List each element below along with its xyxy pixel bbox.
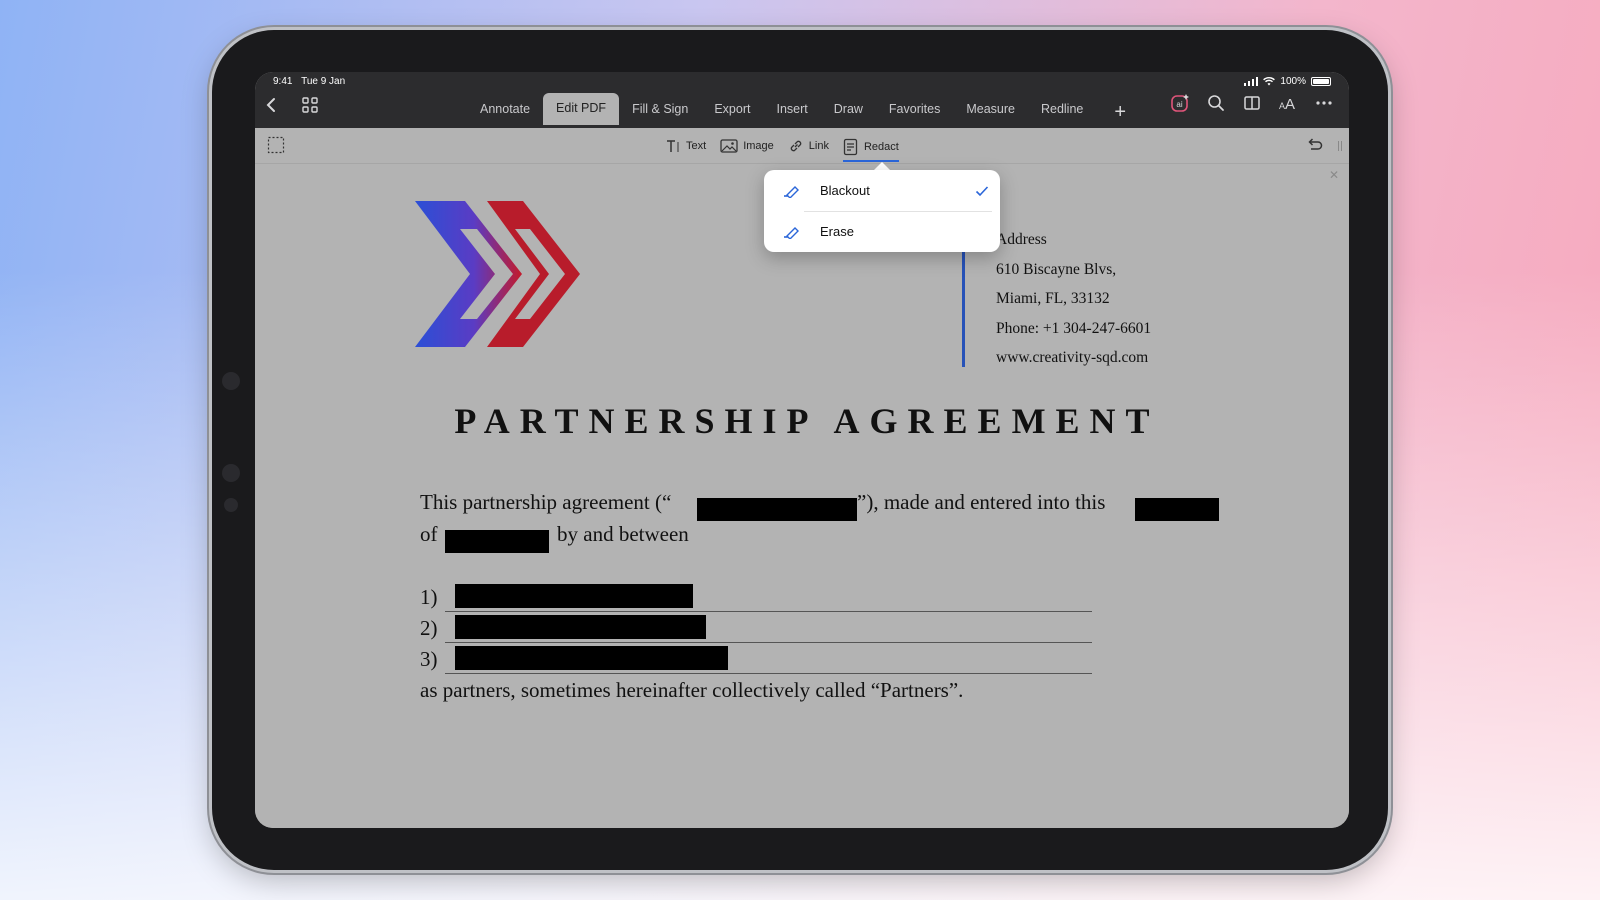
list-label-2: 2)	[420, 616, 438, 640]
battery-icon	[1311, 77, 1331, 86]
back-icon[interactable]	[263, 96, 281, 119]
image-tool[interactable]: Image	[720, 136, 774, 156]
tab-draw[interactable]: Draw	[821, 94, 876, 125]
checkmark-icon	[964, 185, 1000, 197]
redaction-box[interactable]	[697, 498, 857, 521]
redaction-box[interactable]	[455, 615, 706, 639]
redaction-box[interactable]	[445, 530, 549, 553]
marker-icon	[764, 184, 820, 198]
plus-icon[interactable]: +	[1108, 99, 1132, 125]
toolbar-actions: ai AA	[1169, 92, 1335, 114]
svg-text:A: A	[1285, 96, 1295, 112]
list-label-1: 1)	[420, 585, 438, 609]
drag-handle-icon[interactable]	[1337, 139, 1343, 158]
tab-fill-sign[interactable]: Fill & Sign	[619, 94, 701, 125]
search-icon[interactable]	[1205, 92, 1227, 114]
redact-menu: Blackout Erase	[764, 170, 1000, 252]
address-block: Address 610 Biscayne Blvs, Miami, FL, 33…	[996, 225, 1151, 373]
text-tool[interactable]: Text	[665, 136, 706, 156]
text-size-icon[interactable]: AA	[1277, 92, 1299, 114]
device-sensor-small	[224, 498, 238, 512]
tab-bar: Annotate Edit PDF Fill & Sign Export Ins…	[467, 93, 1132, 125]
underline-3	[445, 673, 1092, 674]
list-label-3: 3)	[420, 647, 438, 671]
text-tool-label: Text	[686, 140, 707, 152]
closing-line: as partners, sometimes hereinafter colle…	[420, 678, 964, 702]
svg-text:ai: ai	[1176, 100, 1182, 109]
battery-percent: 100%	[1280, 76, 1306, 87]
paragraph-line-2b: by and between	[557, 522, 689, 546]
address-website: www.creativity-sqd.com	[996, 349, 1149, 366]
underline-2	[445, 642, 1092, 643]
edit-toolbar: Text Image Link Redact	[255, 128, 1349, 164]
link-tool[interactable]: Link	[788, 136, 829, 156]
redaction-box[interactable]	[455, 584, 693, 608]
status-date: Tue 9 Jan	[301, 76, 346, 87]
address-street: 610 Biscayne Blvs,	[996, 260, 1117, 278]
close-icon[interactable]: ✕	[1329, 168, 1339, 182]
menu-item-label: Erase	[820, 224, 854, 239]
link-tool-icon	[790, 140, 802, 152]
company-logo	[415, 201, 580, 347]
ai-icon[interactable]: ai	[1169, 92, 1191, 114]
redaction-box[interactable]	[1135, 498, 1219, 521]
marker-icon	[764, 225, 820, 239]
menu-item-label: Blackout	[820, 183, 870, 198]
image-tool-label: Image	[743, 140, 774, 152]
menu-item-blackout[interactable]: Blackout	[764, 170, 1000, 211]
document-title: PARTNERSHIP AGREEMENT	[454, 401, 1160, 441]
status-time: 9:41	[273, 76, 293, 87]
status-indicators: 100%	[1244, 76, 1331, 87]
signal-icon	[1244, 77, 1259, 86]
document-page: ✕ Address 610 Biscayne Blvs, Miami, FL, …	[255, 164, 1349, 828]
wifi-icon	[1263, 77, 1276, 86]
link-tool-label: Link	[808, 140, 829, 152]
select-area-icon[interactable]	[267, 136, 285, 159]
more-icon[interactable]	[1313, 92, 1335, 114]
book-icon[interactable]	[1241, 92, 1263, 114]
device-sensor	[222, 464, 240, 482]
paragraph-line-1a: This partnership agreement (“	[420, 490, 672, 514]
address-phone: Phone: +1 304-247-6601	[996, 319, 1152, 337]
tab-measure[interactable]: Measure	[953, 94, 1028, 125]
tab-insert[interactable]: Insert	[763, 94, 820, 125]
paragraph-line-1b: ”), made and entered into this	[857, 490, 1106, 514]
tab-export[interactable]: Export	[701, 94, 763, 125]
tab-favorites[interactable]: Favorites	[876, 94, 953, 125]
address-heading: Address	[996, 231, 1047, 248]
tab-edit-pdf[interactable]: Edit PDF	[543, 93, 620, 125]
navigation-bar: 9:41 Tue 9 Jan 100% Annotate Edit PDF Fi…	[255, 72, 1349, 128]
underline-1	[445, 611, 1092, 612]
text-tool-icon	[667, 140, 679, 152]
undo-icon[interactable]	[1305, 136, 1323, 159]
redact-tool[interactable]: Redact	[842, 136, 899, 162]
status-bar: 9:41 Tue 9 Jan	[273, 76, 351, 87]
menu-item-erase[interactable]: Erase	[764, 211, 1000, 252]
address-city: Miami, FL, 33132	[996, 290, 1110, 307]
edit-tools: Text Image Link Redact	[665, 136, 899, 162]
redact-tool-label: Redact	[863, 141, 899, 153]
grid-icon[interactable]	[301, 96, 319, 119]
redaction-box[interactable]	[455, 646, 728, 670]
tab-annotate[interactable]: Annotate	[467, 94, 543, 125]
address-divider	[962, 239, 965, 367]
device-camera	[222, 372, 240, 390]
redact-tool-icon	[843, 138, 858, 156]
image-tool-icon	[720, 139, 738, 153]
paragraph-line-2a: of	[420, 522, 438, 546]
tab-redline[interactable]: Redline	[1028, 94, 1096, 125]
